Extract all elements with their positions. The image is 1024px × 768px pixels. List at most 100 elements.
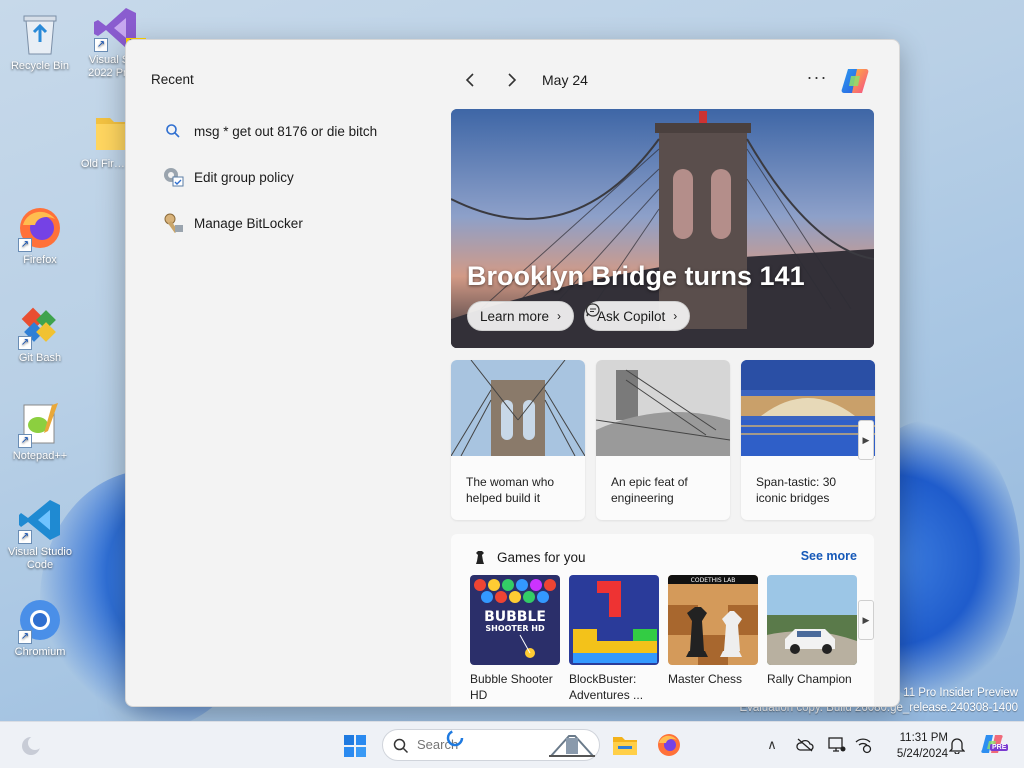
cloud-sync-status[interactable]	[794, 734, 816, 756]
more-options-button[interactable]: ···	[803, 66, 831, 94]
desktop-icon-chromium[interactable]: ↗ Chromium	[0, 596, 80, 659]
chevron-right-icon: ›	[673, 309, 678, 323]
search-icon	[393, 738, 409, 754]
recent-item-search[interactable]: msg * get out 8176 or die bitch	[160, 108, 430, 154]
folder-icon	[613, 737, 637, 755]
see-more-link[interactable]: See more	[801, 549, 857, 563]
game-name: Bubble Shooter HD	[470, 672, 553, 702]
clock-time: 11:31 PM	[899, 732, 948, 744]
monitor-icon	[828, 737, 846, 752]
desktop-icon-label: Git Bash	[18, 352, 62, 364]
games-scroll-right-button[interactable]: ▶	[858, 600, 874, 640]
recent-item-label: Manage BitLocker	[194, 215, 303, 231]
game-tile-bubble-shooter[interactable]: BUBBLE SHOOTER HD Bubble Shooter HD	[470, 575, 560, 703]
firefox-taskbar-button[interactable]	[654, 730, 684, 760]
start-button[interactable]	[340, 731, 370, 761]
game-tile-blockbuster[interactable]: BlockBuster: Adventures ...	[569, 575, 659, 703]
recent-item-bitlocker[interactable]: Manage BitLocker	[160, 200, 430, 246]
chevron-right-icon	[508, 73, 517, 87]
weather-moon-icon	[22, 736, 42, 755]
card-text: The woman who helped build it	[466, 475, 555, 505]
search-icon	[160, 118, 186, 144]
taskbar: ∧ 11:31 PM 5/24/2024 PRE	[0, 721, 1024, 768]
caret-right-icon: ▶	[862, 614, 870, 625]
current-date: May 24	[542, 72, 588, 88]
caret-right-icon: ▶	[862, 434, 870, 445]
news-card-3[interactable]: Span-tastic: 30 iconic bridges	[741, 360, 875, 520]
cloud-off-icon	[796, 738, 814, 752]
bell-icon	[949, 738, 965, 754]
cards-scroll-right-button[interactable]: ▶	[858, 420, 874, 460]
vscode-icon: ↗	[16, 496, 64, 544]
learn-more-button[interactable]: Learn more ›	[467, 301, 575, 331]
date-navigation: May 24	[456, 66, 588, 94]
search-panel: Recent msg * get out 8176 or die bitch E…	[125, 39, 900, 707]
recycle-bin-icon	[16, 10, 64, 58]
loading-spinner-icon	[446, 729, 464, 747]
game-name: BlockBuster: Adventures ...	[569, 672, 644, 702]
desktop-icon-git-bash[interactable]: ↗ Git Bash	[0, 302, 80, 365]
clock-date: 5/24/2024	[896, 748, 948, 760]
game-tile-rally-champion[interactable]: Rally Champion	[767, 575, 857, 687]
recent-heading: Recent	[151, 72, 194, 87]
copilot-taskbar-button[interactable]: PRE	[978, 731, 1009, 759]
svg-text:CODETHIS LAB: CODETHIS LAB	[691, 577, 736, 584]
desktop-icon-label: Recycle Bin	[10, 60, 70, 72]
news-card-1[interactable]: The woman who helped build it	[451, 360, 585, 520]
taskbar-search-input[interactable]	[417, 737, 537, 752]
game-name: Master Chess	[668, 672, 743, 686]
group-policy-icon	[160, 164, 186, 190]
desktop-icon-label: Chromium	[14, 646, 66, 658]
chess-piece-icon	[476, 551, 484, 564]
bitlocker-icon	[160, 210, 186, 236]
games-section: Games for you See more BUBBLE SHOOTER HD…	[451, 534, 874, 706]
chevron-left-icon	[465, 73, 474, 87]
learn-more-label: Learn more	[480, 308, 550, 324]
next-day-button[interactable]	[498, 66, 526, 94]
copilot-icon	[841, 69, 869, 93]
ask-copilot-label: Ask Copilot	[597, 308, 666, 324]
previous-day-button[interactable]	[456, 66, 484, 94]
shortcut-arrow-icon: ↗	[94, 38, 108, 52]
desktop-icon-visual-studio-code[interactable]: ↗ Visual Studio Code	[0, 496, 80, 572]
show-hidden-icons-button[interactable]: ∧	[762, 734, 782, 756]
card-text: An epic feat of engineering	[611, 475, 688, 505]
rialto-bridge-image	[741, 360, 875, 456]
hero-title: Brooklyn Bridge turns 141	[467, 261, 805, 291]
recent-list: msg * get out 8176 or die bitch Edit gro…	[160, 108, 430, 246]
taskbar-search-box[interactable]	[382, 729, 600, 761]
network-settings-button[interactable]	[852, 734, 874, 756]
display-tray-button[interactable]	[826, 734, 848, 756]
desktop-icon-label: Visual Studio Code	[7, 546, 72, 571]
widgets-button[interactable]	[16, 731, 46, 761]
chat-bubble-icon	[585, 303, 600, 317]
desktop-icon-firefox[interactable]: ↗ Firefox	[0, 204, 80, 267]
ask-copilot-button[interactable]: Ask Copilot ›	[584, 301, 691, 331]
notepad-plus-plus-icon: ↗	[16, 400, 64, 448]
git-bash-icon: ↗	[16, 302, 64, 350]
hero-card[interactable]: Brooklyn Bridge turns 141 Learn more › A…	[451, 109, 874, 348]
news-card-2[interactable]: An epic feat of engineering	[596, 360, 730, 520]
search-highlight-bridge-icon	[549, 735, 595, 757]
desktop-icon-notepad-plus-plus[interactable]: ↗ Notepad++	[0, 400, 80, 463]
recent-item-label: msg * get out 8176 or die bitch	[194, 123, 378, 139]
games-title: Games for you	[497, 549, 586, 565]
blockbuster-thumbnail	[569, 575, 659, 665]
bridge-cables-image	[451, 360, 585, 456]
desktop-icon-label: Firefox	[23, 254, 57, 266]
shortcut-arrow-icon: ↗	[18, 238, 32, 252]
recent-item-group-policy[interactable]: Edit group policy	[160, 154, 430, 200]
game-tile-master-chess[interactable]: CODETHIS LAB Master Chess	[668, 575, 758, 687]
notifications-button[interactable]	[946, 734, 968, 756]
copilot-button[interactable]	[838, 64, 872, 98]
firefox-icon	[658, 734, 680, 756]
shortcut-arrow-icon: ↗	[18, 530, 32, 544]
file-explorer-button[interactable]	[610, 730, 640, 760]
recent-item-label: Edit group policy	[194, 169, 294, 185]
chromium-icon: ↗	[16, 596, 64, 644]
desktop-icon-recycle-bin[interactable]: Recycle Bin	[0, 10, 80, 73]
historic-engraving-image	[596, 360, 730, 456]
master-chess-thumbnail: CODETHIS LAB	[668, 575, 758, 665]
system-clock[interactable]: 11:31 PM 5/24/2024	[897, 730, 948, 762]
shortcut-arrow-icon: ↗	[18, 630, 32, 644]
